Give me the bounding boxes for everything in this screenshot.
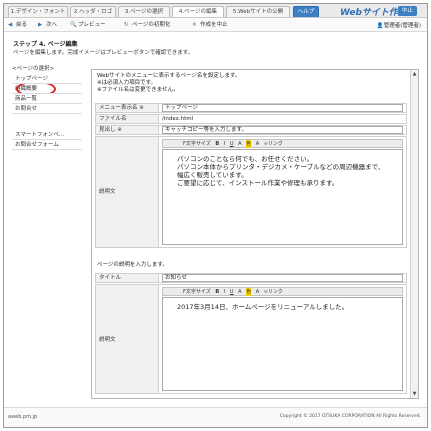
step-tabbar: 1.デザイン・フォント 2.ヘッダ・ロゴ 3.ページの選択 4.ページの編集 5… <box>4 4 427 18</box>
underline-button[interactable]: U <box>230 288 234 296</box>
menu-name-input[interactable]: トップページ <box>162 104 403 112</box>
sidebar-item-top[interactable]: トップページ <box>12 74 82 84</box>
highlight-color-button[interactable]: 色 <box>246 288 252 296</box>
file-name-row: ファイル名 /index.html <box>95 114 407 124</box>
tab-publish[interactable]: 5.Webサイトの公開 <box>226 6 290 17</box>
menu-name-row: メニュー表示名 ※ トップページ <box>95 103 407 113</box>
preview-icon: 🔍 <box>70 22 77 28</box>
next-arrow-icon: ▶ <box>38 22 43 28</box>
italic-button[interactable]: I <box>224 288 225 296</box>
title-input[interactable]: お知らせ <box>162 274 403 282</box>
next-label: 次へ <box>46 22 58 28</box>
sidebar-item-products[interactable]: 商品一覧 <box>12 94 82 104</box>
sidebar-item-label: 組織概要 <box>15 86 38 92</box>
description-row: 説明文 F文字サイズ B I U A 色 A ∞リンク パソコンのことなら何でも… <box>95 136 407 248</box>
tab-page-edit[interactable]: 4.ページの編集 <box>172 6 224 17</box>
reset-label: ページの初期化 <box>132 22 171 28</box>
back-label: 戻る <box>16 22 28 28</box>
reset-icon: ↻ <box>124 22 129 28</box>
sidebar-item-company[interactable]: 組織概要 <box>12 84 82 94</box>
page-sidebar: <ページの選択> トップページ 組織概要 商品一覧 お問合せ スマートフォンペ.… <box>12 64 82 184</box>
section2-heading: ページの説明を入力します。 <box>97 262 168 268</box>
editor2-toolbar: F文字サイズ B I U A 色 A ∞リンク <box>162 287 403 296</box>
title-label: タイトル <box>96 274 159 282</box>
preview-label: プレビュー <box>78 22 106 28</box>
font-color-button[interactable]: A <box>256 140 259 148</box>
title-row: タイトル お知らせ <box>95 273 407 283</box>
file-name-value: /index.html <box>162 116 194 122</box>
font-color-button[interactable]: A <box>256 288 259 296</box>
description2-label: 説明文 <box>96 285 159 393</box>
editor-toolbar: F文字サイズ B I U A 色 A ∞リンク <box>162 139 403 148</box>
cancel-create-button[interactable]: ✕ 作成を中止 <box>192 21 228 30</box>
app-window: 1.デザイン・フォント 2.ヘッダ・ロゴ 3.ページの選択 4.ページの編集 5… <box>3 3 428 428</box>
suspend-button[interactable]: 中止 <box>398 6 418 16</box>
tab-header-logo[interactable]: 2.ヘッダ・ロゴ <box>70 6 116 17</box>
font-size-button[interactable]: F文字サイズ <box>183 288 211 296</box>
user-name: 管理者(管理者) <box>383 23 421 29</box>
reset-page-button[interactable]: ↻ ページの初期化 <box>124 21 170 30</box>
highlight-color-button[interactable]: 色 <box>246 140 252 148</box>
step-title: ステップ 4. ページ編集 <box>13 41 78 48</box>
italic-button[interactable]: I <box>224 140 225 148</box>
menu-name-label: メニュー表示名 ※ <box>96 104 159 112</box>
scroll-up-icon[interactable]: ▲ <box>411 70 418 78</box>
app-title: Webサイト作成 <box>340 8 407 18</box>
description2-row: 説明文 F文字サイズ B I U A 色 A ∞リンク 2017年3月14日、ホ… <box>95 284 407 394</box>
user-label: 👤管理者(管理者) <box>377 21 421 29</box>
footer: aweb.pm.jp Copyright © 2017 OTSUKA CORPO… <box>4 407 427 427</box>
sidebar-heading: <ページの選択> <box>12 66 55 72</box>
user-icon: 👤 <box>376 23 384 29</box>
heading-row: 見出し ※ キャッチコピー等を入力します。 <box>95 125 407 135</box>
sidebar-item-contact[interactable]: お問合せ <box>12 104 82 114</box>
scroll-down-icon[interactable]: ▼ <box>411 390 418 398</box>
toolbar: ◀ 戻る ▶ 次へ 🔍プレビュー ↻ ページの初期化 ✕ 作成を中止 👤管理者(管理者) <box>4 19 427 32</box>
description-label: 説明文 <box>96 137 159 247</box>
sidebar-item-smartphone[interactable]: スマートフォンペ... <box>12 130 82 140</box>
back-button[interactable]: ◀ 戻る <box>8 21 27 30</box>
tab-help[interactable]: ヘルプ <box>293 6 319 17</box>
link-button[interactable]: ∞リンク <box>264 140 283 148</box>
cancel-label: 作成を中止 <box>200 22 228 28</box>
heading-input[interactable]: キャッチコピー等を入力します。 <box>162 126 403 134</box>
bold-button[interactable]: B <box>215 288 219 296</box>
text-color-button[interactable]: A <box>238 140 241 148</box>
intro-text: Webサイトのメニューに表示するページ名を設定します。 ※は必須入力項目です。 … <box>97 73 241 93</box>
link-button[interactable]: ∞リンク <box>264 288 283 296</box>
edit-panel: Webサイトのメニューに表示するページ名を設定します。 ※は必須入力項目です。 … <box>91 69 419 399</box>
next-button[interactable]: ▶ 次へ <box>38 21 57 30</box>
preview-button[interactable]: 🔍プレビュー <box>70 21 106 30</box>
close-icon: ✕ <box>192 22 197 28</box>
bold-button[interactable]: B <box>215 140 219 148</box>
file-name-label: ファイル名 <box>96 115 159 123</box>
underline-button[interactable]: U <box>230 140 234 148</box>
sidebar-item-contact-form[interactable]: お問合せフォーム <box>12 140 82 150</box>
text-color-button[interactable]: A <box>238 288 241 296</box>
heading-label: 見出し ※ <box>96 126 159 134</box>
tab-design-font[interactable]: 1.デザイン・フォント <box>8 6 68 17</box>
footer-domain: aweb.pm.jp <box>8 414 38 420</box>
font-size-button[interactable]: F文字サイズ <box>183 140 211 148</box>
back-arrow-icon: ◀ <box>8 22 13 28</box>
tab-page-select[interactable]: 3.ページの選択 <box>118 6 170 17</box>
step-description: ページを編集します。完成イメージはプレビューボタンで確認できます。 <box>13 50 194 56</box>
description2-editor[interactable]: 2017年3月14日、ホームページをリニューアルしました。 <box>162 297 403 391</box>
vertical-scrollbar[interactable]: ▲ ▼ <box>410 70 418 398</box>
description-editor[interactable]: パソコンのことなら何でも、お任せください。 パソコン本体からプリンタ・デジカメ・… <box>162 149 403 245</box>
footer-copyright: Copyright © 2017 OTSUKA CORPORATION All … <box>279 414 421 419</box>
